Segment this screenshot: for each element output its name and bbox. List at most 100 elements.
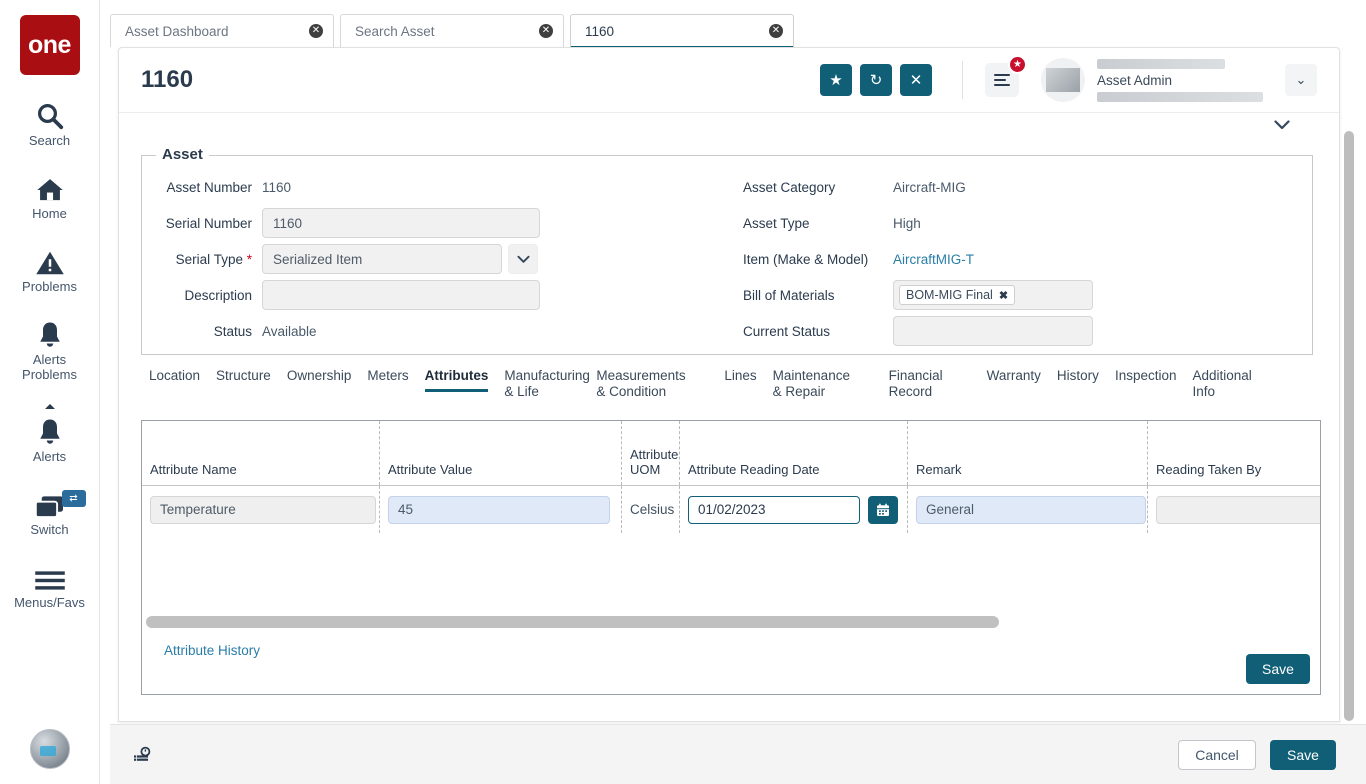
sidebar-item-label: Alerts (33, 449, 66, 464)
field-asset-type: Asset Type High (727, 208, 1312, 238)
field-description: Description (142, 280, 727, 310)
asset-right-column: Asset Category Aircraft-MIG Asset Type H… (727, 172, 1312, 352)
cancel-button[interactable]: Cancel (1178, 740, 1256, 770)
item-make-model-link[interactable]: AircraftMIG-T (893, 252, 974, 267)
page-vertical-scrollbar[interactable] (1344, 131, 1354, 721)
description-input[interactable] (262, 280, 540, 310)
header-divider (962, 61, 963, 99)
bell-icon (36, 316, 64, 350)
chevron-up-icon (45, 404, 55, 409)
attribute-name-input[interactable]: Temperature (150, 496, 376, 524)
serial-type-chevron-down-icon[interactable] (508, 244, 538, 274)
sidebar-item-alerts-problems[interactable]: Alerts Problems (0, 316, 100, 382)
sidebar-item-label: Alerts (33, 352, 66, 367)
user-menu-chevron-down-icon[interactable]: ⌄ (1285, 64, 1317, 96)
bill-of-materials-input[interactable]: BOM-MIG Final ✖ (893, 280, 1093, 310)
save-button[interactable]: Save (1270, 740, 1336, 770)
sidebar-item-alerts[interactable]: Alerts (0, 404, 100, 464)
tab-asset-dashboard[interactable]: Asset Dashboard ✕ (110, 14, 334, 47)
sidebar-item-search[interactable]: Search (0, 97, 100, 148)
warning-triangle-icon (35, 243, 65, 277)
close-icon[interactable]: ✕ (309, 24, 323, 38)
sidebar-item-problems[interactable]: Problems (0, 243, 100, 294)
tab-search-asset[interactable]: Search Asset ✕ (340, 14, 564, 47)
browser-tabstrip: Asset Dashboard ✕ Search Asset ✕ 1160 ✕ (110, 14, 1356, 47)
field-serial-type: Serial Type * Serialized Item (142, 244, 727, 274)
panel-save-button[interactable]: Save (1246, 654, 1310, 684)
field-label: Asset Category (743, 180, 893, 195)
tab-1160[interactable]: 1160 ✕ (570, 14, 794, 47)
field-label: Bill of Materials (743, 288, 893, 303)
serial-number-input[interactable]: 1160 (262, 208, 540, 238)
tab-attributes[interactable]: Attributes (417, 368, 497, 384)
cell-attribute-name: Temperature (142, 486, 380, 533)
scrollbar-thumb[interactable] (146, 616, 999, 628)
tab-financial-record[interactable]: Financial Record (881, 368, 959, 400)
close-icon[interactable]: ✕ (769, 24, 783, 38)
user-role-redacted (1097, 92, 1263, 102)
field-label: Asset Number (158, 180, 262, 195)
field-current-status: Current Status (727, 316, 1312, 346)
required-marker: * (247, 252, 252, 267)
page-footer: Cancel Save (110, 724, 1366, 784)
tab-inspection[interactable]: Inspection (1107, 368, 1185, 384)
refresh-button[interactable]: ↻ (860, 64, 892, 96)
reading-taken-by-input[interactable] (1156, 496, 1320, 524)
tab-history[interactable]: History (1049, 368, 1107, 384)
close-icon[interactable]: ✕ (539, 24, 553, 38)
tab-structure[interactable]: Structure (208, 368, 279, 384)
tab-manufacturing-life[interactable]: Manufacturing & Life (496, 368, 588, 400)
current-status-input[interactable] (893, 316, 1093, 346)
bell-icon (36, 413, 64, 447)
asset-left-column: Asset Number 1160 Serial Number 1160 Ser… (142, 172, 727, 352)
tab-maintenance-repair[interactable]: Maintenance & Repair (765, 368, 857, 400)
column-header-remark: Remark (908, 421, 1148, 485)
close-icon[interactable]: ✖ (999, 289, 1008, 302)
star-badge-icon: ★ (1008, 55, 1027, 74)
bom-chip-label: BOM-MIG Final (906, 288, 993, 302)
user-profile[interactable]: Asset Admin (1041, 57, 1263, 104)
notifications-menu-button[interactable]: ★ (985, 63, 1019, 97)
sidebar-item-label: Home (32, 206, 67, 221)
field-value: Available (262, 324, 317, 339)
sidebar-item-switch[interactable]: ⇄ Switch (0, 486, 100, 537)
tab-lines[interactable]: Lines (716, 368, 764, 384)
avatar[interactable] (30, 729, 70, 769)
attribute-history-link[interactable]: Attribute History (164, 643, 260, 658)
close-button[interactable]: ✕ (900, 64, 932, 96)
switch-badge-icon[interactable]: ⇄ (62, 490, 86, 507)
attribute-reading-date-input[interactable]: 01/02/2023 (688, 496, 860, 524)
favorite-button[interactable]: ★ (820, 64, 852, 96)
tab-measurements-condition[interactable]: Measurements & Condition (588, 368, 680, 400)
chevron-down-icon[interactable] (1271, 115, 1293, 135)
audit-info-icon[interactable] (132, 744, 154, 766)
tab-label: History (1057, 368, 1099, 383)
sidebar-item-home[interactable]: Home (0, 170, 100, 221)
tab-additional-info[interactable]: Additional Info (1184, 368, 1254, 400)
asset-fieldset: Asset Asset Number 1160 Serial Number 11… (141, 155, 1313, 355)
tab-label: Search Asset (355, 24, 539, 39)
app-logo[interactable]: one (20, 15, 80, 75)
tab-label: Financial Record (889, 368, 943, 399)
tab-label: Lines (724, 368, 756, 383)
remark-input[interactable]: General (916, 496, 1146, 524)
tab-meters[interactable]: Meters (359, 368, 416, 384)
tab-label: 1160 (585, 24, 769, 39)
tab-warranty[interactable]: Warranty (979, 368, 1049, 384)
tab-label: Measurements & Condition (596, 368, 685, 399)
table-horizontal-scrollbar[interactable] (142, 611, 1320, 633)
serial-type-input[interactable]: Serialized Item (262, 244, 502, 274)
column-header-attribute-value: Attribute Value (380, 421, 622, 485)
attribute-value-input[interactable]: 45 (388, 496, 610, 524)
tab-location[interactable]: Location (141, 368, 208, 384)
tab-label: Attributes (425, 368, 489, 383)
calendar-icon[interactable] (868, 496, 898, 524)
scrollbar-thumb[interactable] (1344, 131, 1354, 721)
cell-attribute-value: 45 (380, 486, 622, 533)
bom-chip[interactable]: BOM-MIG Final ✖ (899, 285, 1015, 305)
tab-label: Meters (367, 368, 408, 383)
sidebar-item-menus-favs[interactable]: Menus/Favs (0, 559, 100, 610)
tab-label: Warranty (987, 368, 1041, 383)
field-label: Asset Type (743, 216, 893, 231)
tab-ownership[interactable]: Ownership (279, 368, 360, 384)
